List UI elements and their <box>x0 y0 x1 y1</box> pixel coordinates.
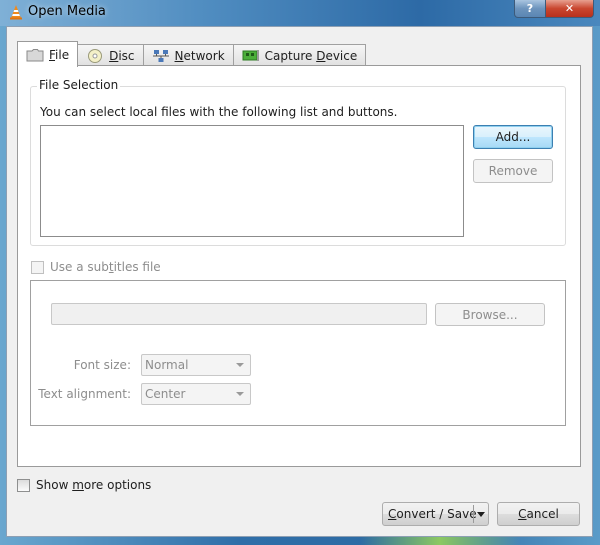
convert-save-button[interactable]: Convert / Save <box>382 502 489 526</box>
subtitles-path-input[interactable] <box>51 303 427 325</box>
tab-file[interactable]: File <box>17 41 79 67</box>
tab-capture-device[interactable]: Capture Device <box>232 44 367 66</box>
window-title: Open Media <box>28 4 106 19</box>
tab-network[interactable]: Network <box>142 44 234 66</box>
tab-label: File <box>49 47 70 62</box>
add-button[interactable]: Add... <box>473 125 553 149</box>
text-alignment-label: Text alignment: <box>38 387 131 401</box>
file-tab-panel: File Selection You can select local file… <box>17 65 581 467</box>
open-media-window: Open Media ? ✕ File Disc Network Capture… <box>0 0 600 545</box>
convert-save-label: Convert / Save <box>388 507 477 521</box>
tab-label: Capture Device <box>264 48 358 63</box>
help-icon: ? <box>526 2 534 15</box>
chevron-down-icon <box>236 363 244 367</box>
file-selection-group: File Selection You can select local file… <box>30 78 566 246</box>
disc-icon <box>88 48 103 63</box>
network-icon <box>152 49 169 62</box>
show-more-options-label: Show more options <box>36 478 152 492</box>
background-glow <box>360 537 520 545</box>
dialog-body: File Disc Network Capture Device File Se… <box>6 26 593 537</box>
help-button[interactable]: ? <box>514 0 546 18</box>
cancel-label: Cancel <box>518 507 559 521</box>
capture-card-icon <box>242 49 259 61</box>
tab-label: Network <box>174 48 225 63</box>
title-bar[interactable]: Open Media ? ✕ <box>0 0 600 26</box>
file-selection-title: File Selection <box>37 78 121 92</box>
text-alignment-select[interactable]: Center <box>141 383 251 405</box>
font-size-value: Normal <box>145 358 189 372</box>
close-button[interactable]: ✕ <box>546 0 594 18</box>
browse-button[interactable]: Browse... <box>435 303 545 326</box>
use-subtitles-label: Use a subtitles file <box>50 260 161 274</box>
vlc-cone-icon <box>10 5 22 20</box>
tab-label: Disc <box>109 48 135 63</box>
file-selection-description: You can select local files with the foll… <box>40 105 398 119</box>
font-size-select[interactable]: Normal <box>141 354 251 376</box>
text-alignment-value: Center <box>145 387 186 401</box>
subtitles-options-box: Browse... Font size: Normal Text alignme… <box>30 280 566 426</box>
tab-disc[interactable]: Disc <box>77 44 144 66</box>
split-separator <box>473 505 474 523</box>
use-subtitles-checkbox[interactable] <box>31 260 44 274</box>
tab-bar: File Disc Network Capture Device <box>17 41 367 67</box>
cancel-button[interactable]: Cancel <box>497 502 580 526</box>
use-subtitles-checkbox-row[interactable]: Use a subtitles file <box>31 260 161 274</box>
folder-icon <box>26 48 44 61</box>
close-icon: ✕ <box>564 2 575 15</box>
show-more-options-row[interactable]: Show more options <box>17 478 151 492</box>
file-list[interactable] <box>40 125 464 237</box>
dropdown-arrow-icon[interactable] <box>477 512 485 517</box>
remove-button[interactable]: Remove <box>473 159 553 183</box>
chevron-down-icon <box>236 392 244 396</box>
show-more-options-checkbox[interactable] <box>17 478 30 492</box>
font-size-label: Font size: <box>73 358 131 372</box>
